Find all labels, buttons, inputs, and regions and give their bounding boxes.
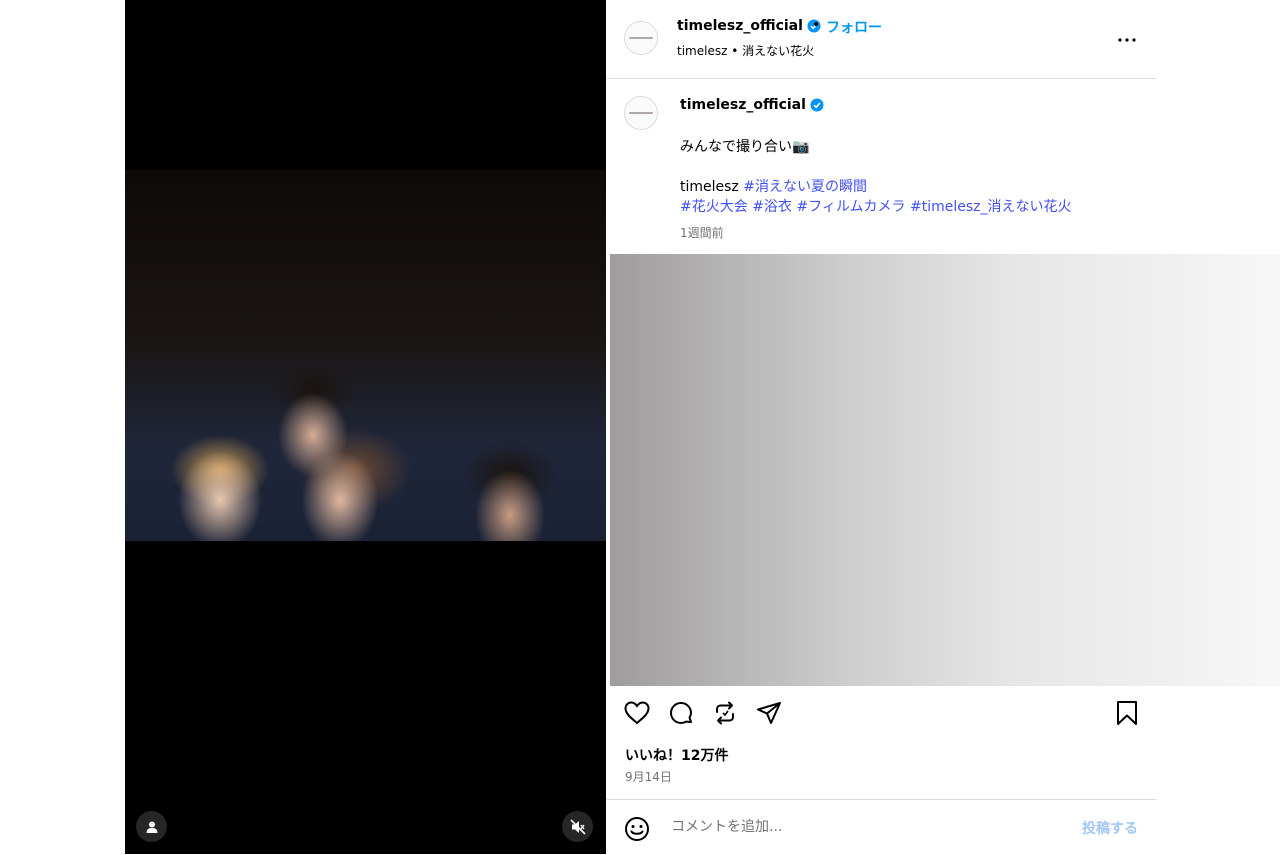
hashtag-link[interactable]: #フィルムカメラ	[796, 199, 905, 215]
comment-input[interactable]	[669, 818, 1053, 836]
post-date[interactable]: 9月14日	[625, 768, 672, 785]
caption-avatar[interactable]	[624, 96, 658, 130]
like-button[interactable]	[622, 698, 652, 728]
comment-button[interactable]	[666, 698, 696, 728]
hashtag-link[interactable]: #浴衣	[752, 199, 792, 215]
hashtag-link[interactable]: #timelesz_消えない花火	[910, 199, 1072, 215]
post-media[interactable]	[125, 0, 606, 854]
follow-button[interactable]: フォロー	[826, 17, 882, 37]
muted-speaker-icon	[569, 818, 586, 835]
caption-area: timelesz_official みんなで撮り合い📷 timelesz #消え…	[607, 79, 1156, 254]
username-text[interactable]: timelesz_official	[680, 97, 806, 113]
save-button[interactable]	[1112, 698, 1142, 728]
avatar-logo	[629, 37, 653, 39]
emoji-button[interactable]	[624, 816, 650, 846]
caption-line: みんなで撮り合い📷	[680, 139, 810, 155]
caption-text: みんなで撮り合い📷 timelesz #消えない夏の瞬間 #花火大会 #浴衣 #…	[680, 137, 1072, 217]
share-button[interactable]	[754, 698, 784, 728]
heart-icon	[624, 701, 650, 725]
more-options-button[interactable]	[1118, 28, 1136, 47]
bookmark-icon	[1117, 701, 1137, 725]
avatar[interactable]	[624, 21, 658, 55]
avatar-logo	[629, 112, 653, 114]
send-icon	[757, 702, 781, 724]
repost-icon	[716, 701, 734, 725]
user-tag-icon	[146, 821, 157, 833]
user-tag-button[interactable]	[136, 811, 167, 842]
author-tag[interactable]: timelesz	[680, 179, 739, 195]
comment-icon	[670, 702, 692, 724]
username-text[interactable]: timelesz_official	[677, 18, 803, 34]
action-bar	[607, 698, 1156, 728]
post-comment-button[interactable]: 投稿する	[1082, 818, 1138, 838]
post-header: timelesz_official • フォロー timelesz • 消えない…	[607, 0, 1156, 79]
caption-username[interactable]: timelesz_official	[680, 97, 824, 113]
verified-badge-icon	[810, 98, 824, 112]
group-selfie-photo	[125, 170, 606, 541]
post-username[interactable]: timelesz_official	[677, 18, 821, 34]
repost-button[interactable]	[710, 698, 740, 728]
like-count[interactable]: いいね！12万件	[625, 745, 728, 765]
emoji-icon	[625, 817, 649, 841]
mute-toggle-button[interactable]	[562, 811, 593, 842]
comments-placeholder	[610, 254, 1280, 686]
separator-dot: •	[812, 17, 821, 33]
hashtag-link[interactable]: #花火大会	[680, 199, 748, 215]
more-options-icon	[1118, 38, 1136, 42]
post-subline[interactable]: timelesz • 消えない花火	[677, 42, 814, 59]
hashtag-link[interactable]: #消えない夏の瞬間	[743, 179, 867, 195]
comment-bar: 投稿する	[607, 799, 1156, 855]
caption-timestamp[interactable]: 1週間前	[680, 224, 724, 241]
